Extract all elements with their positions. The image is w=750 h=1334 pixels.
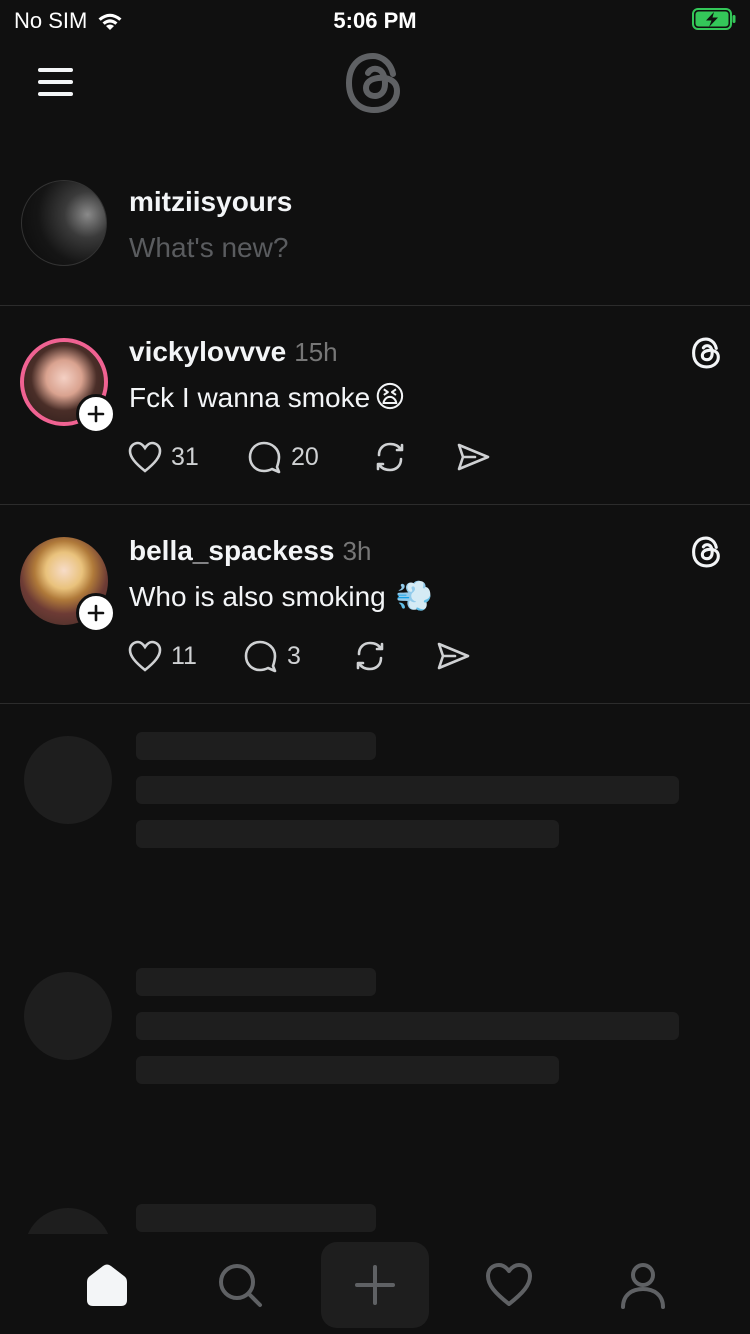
tab-home[interactable]: [77, 1250, 137, 1320]
skeleton-line: [136, 1012, 679, 1040]
tab-compose[interactable]: [321, 1242, 429, 1328]
skeleton-line: [136, 968, 376, 996]
menu-icon[interactable]: [38, 68, 74, 98]
comment-icon: [248, 441, 281, 474]
post-body: Who is also smoking 💨: [129, 579, 433, 614]
tab-activity[interactable]: [479, 1250, 539, 1320]
skeleton-line: [136, 776, 679, 804]
reply-button[interactable]: 3: [243, 639, 301, 673]
skeleton-line: [136, 820, 559, 848]
profile-icon: [621, 1263, 665, 1309]
threads-icon[interactable]: [690, 336, 724, 370]
composer-input[interactable]: What's new?: [129, 232, 288, 264]
repost-button[interactable]: [372, 440, 408, 474]
emoji: 💨: [395, 580, 434, 613]
skeleton-avatar: [24, 736, 112, 824]
reply-count: 3: [287, 641, 301, 670]
heart-icon: [128, 441, 162, 473]
like-button[interactable]: 11: [127, 639, 197, 673]
emoji: 😫: [374, 381, 406, 414]
tab-profile[interactable]: [613, 1250, 673, 1320]
like-count: 11: [171, 641, 197, 670]
comment-icon: [244, 640, 277, 673]
status-time: 5:06 PM: [333, 8, 417, 33]
repost-icon: [356, 641, 384, 671]
heart-icon: [128, 640, 162, 672]
my-avatar[interactable]: [21, 180, 107, 266]
post-actions: 31 20: [127, 440, 527, 480]
skeleton-avatar: [24, 972, 112, 1060]
battery-charging-icon: [692, 8, 736, 30]
repost-icon: [376, 442, 404, 472]
activity-heart-icon: [486, 1263, 532, 1306]
post-avatar-bella_spackess[interactable]: [20, 537, 116, 633]
share-button[interactable]: [455, 440, 491, 474]
share-button[interactable]: [435, 639, 471, 673]
threads-icon[interactable]: [690, 535, 724, 569]
post-text: Who is also smoking: [129, 580, 386, 612]
post-header: vickylovvve 15h: [129, 336, 338, 368]
follow-button[interactable]: [76, 394, 116, 434]
threads-logo-icon[interactable]: [343, 50, 407, 116]
plus-icon: [87, 604, 105, 622]
post-actions: 11 3: [127, 639, 527, 679]
follow-button[interactable]: [76, 593, 116, 633]
post-username[interactable]: bella_spackess: [129, 535, 335, 566]
home-icon: [87, 1264, 127, 1306]
post-time: 15h: [294, 337, 338, 367]
skeleton-line: [136, 1056, 559, 1084]
reply-button[interactable]: 20: [247, 440, 319, 474]
post-username[interactable]: vickylovvve: [129, 336, 286, 367]
like-button[interactable]: 31: [127, 440, 199, 474]
skeleton-line: [136, 1204, 376, 1232]
plus-icon: [87, 405, 105, 423]
search-icon: [219, 1264, 262, 1307]
repost-button[interactable]: [352, 639, 388, 673]
share-icon: [437, 642, 470, 670]
like-count: 31: [171, 442, 199, 471]
post-text: Fck I wanna smoke: [129, 381, 371, 413]
post-time: 3h: [342, 536, 372, 566]
divider: [0, 703, 750, 704]
post-body: Fck I wanna smoke 😫: [129, 380, 405, 415]
divider: [0, 305, 750, 306]
composer-username: mitziisyours: [129, 186, 293, 217]
post-avatar-vickylovvve[interactable]: [20, 338, 116, 434]
share-icon: [457, 443, 490, 471]
tab-search[interactable]: [210, 1250, 270, 1320]
post-header: bella_spackess 3h: [129, 535, 371, 567]
reply-count: 20: [291, 442, 319, 471]
skeleton-line: [136, 732, 376, 760]
divider: [0, 504, 750, 505]
compose-plus-icon: [355, 1265, 395, 1305]
